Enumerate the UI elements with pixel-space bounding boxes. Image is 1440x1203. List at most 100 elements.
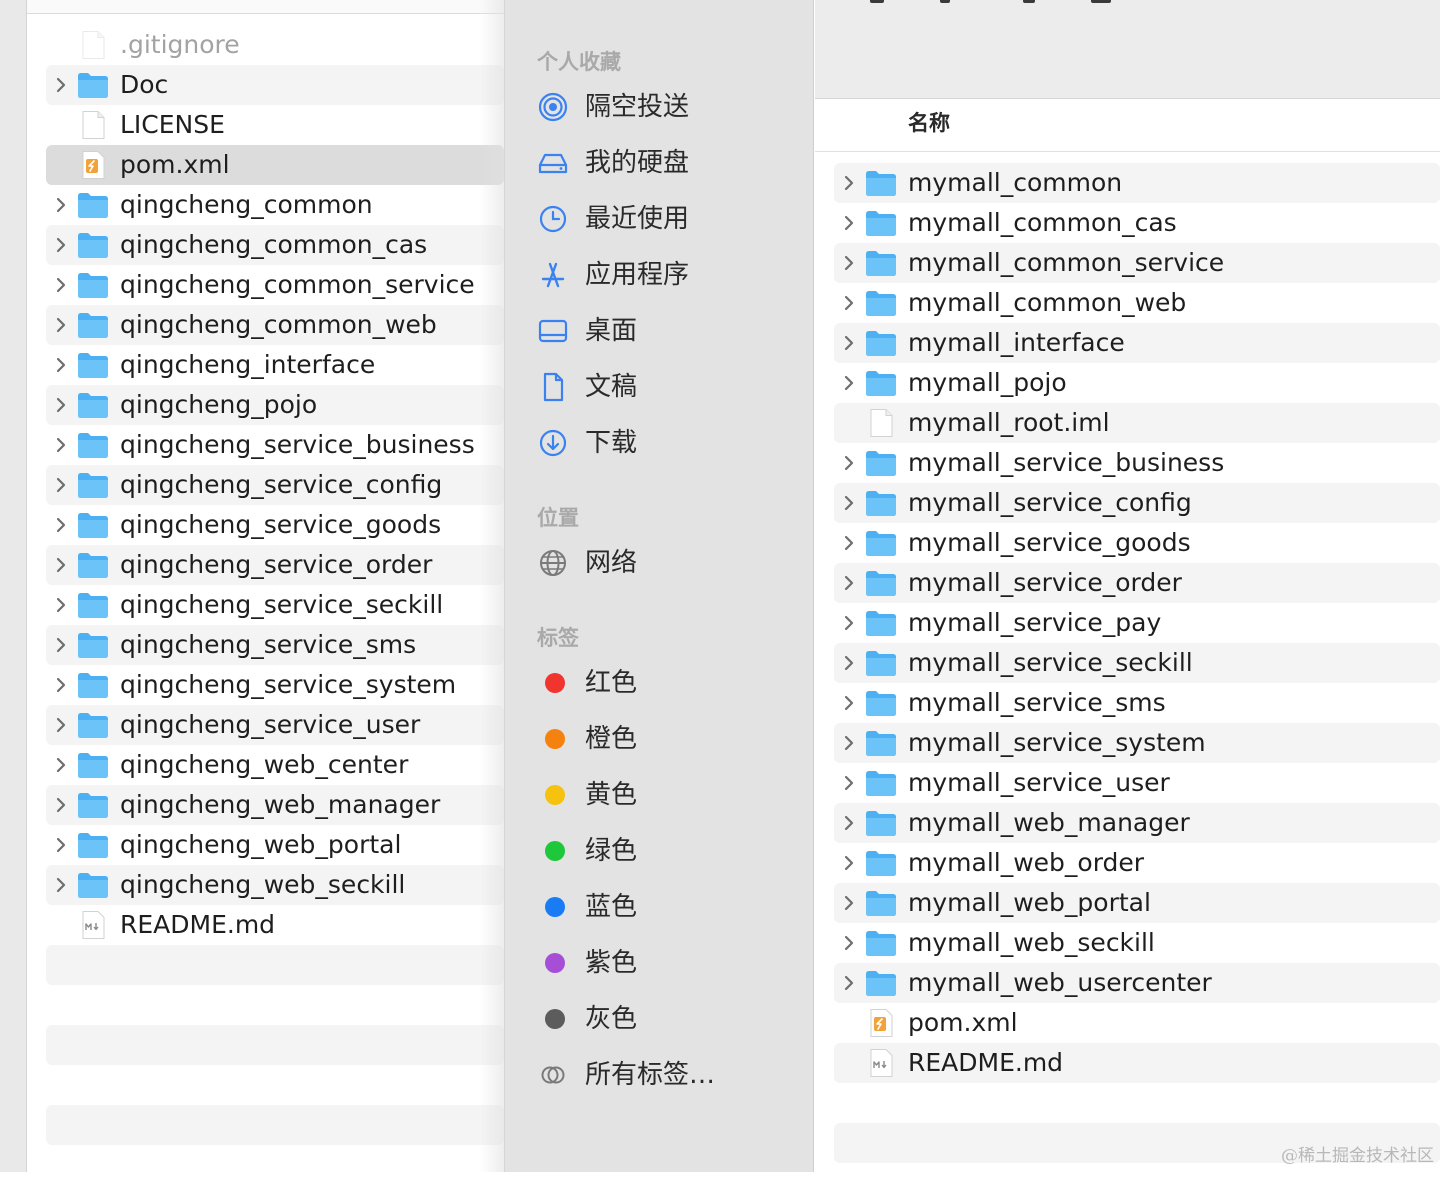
file-row[interactable]: pom.xml xyxy=(834,1003,1440,1043)
folder-row[interactable]: qingcheng_web_center xyxy=(46,745,504,785)
folder-row[interactable]: qingcheng_service_system xyxy=(46,665,504,705)
folder-row[interactable]: mymall_service_business xyxy=(834,443,1440,483)
folder-row[interactable]: Doc xyxy=(46,65,504,105)
chevron-right-icon[interactable] xyxy=(842,654,856,672)
file-row[interactable]: mymall_root.iml xyxy=(834,403,1440,443)
folder-row[interactable]: qingcheng_service_user xyxy=(46,705,504,745)
folder-row[interactable]: mymall_web_portal xyxy=(834,883,1440,923)
chevron-right-icon[interactable] xyxy=(54,476,68,494)
sidebar-item-airdrop[interactable]: 隔空投送 xyxy=(537,85,797,129)
chevron-right-icon[interactable] xyxy=(842,614,856,632)
folder-row[interactable]: mymall_web_order xyxy=(834,843,1440,883)
chevron-right-icon[interactable] xyxy=(842,454,856,472)
folder-row[interactable]: mymall_pojo xyxy=(834,363,1440,403)
chevron-right-icon[interactable] xyxy=(842,534,856,552)
folder-row[interactable]: qingcheng_web_seckill xyxy=(46,865,504,905)
sidebar-item-tag[interactable]: 灰色 xyxy=(537,997,797,1041)
chevron-right-icon[interactable] xyxy=(842,574,856,592)
chevron-right-icon[interactable] xyxy=(54,356,68,374)
folder-row[interactable]: qingcheng_service_order xyxy=(46,545,504,585)
chevron-right-icon[interactable] xyxy=(842,214,856,232)
sidebar-item-documents[interactable]: 文稿 xyxy=(537,365,797,409)
chevron-right-icon[interactable] xyxy=(842,334,856,352)
folder-row[interactable]: qingcheng_common_web xyxy=(46,305,504,345)
chevron-right-icon[interactable] xyxy=(842,974,856,992)
chevron-right-icon[interactable] xyxy=(54,636,68,654)
sidebar-item-recents[interactable]: 最近使用 xyxy=(537,197,797,241)
chevron-right-icon[interactable] xyxy=(842,294,856,312)
chevron-right-icon[interactable] xyxy=(54,756,68,774)
sidebar-item-tag[interactable]: 红色 xyxy=(537,661,797,705)
column-header-name[interactable]: 名称 xyxy=(815,99,1440,152)
folder-row[interactable]: mymall_service_order xyxy=(834,563,1440,603)
folder-row[interactable]: qingcheng_web_manager xyxy=(46,785,504,825)
chevron-right-icon[interactable] xyxy=(54,316,68,334)
chevron-right-icon[interactable] xyxy=(54,796,68,814)
file-row[interactable]: LICENSE xyxy=(46,105,504,145)
chevron-right-icon[interactable] xyxy=(842,734,856,752)
folder-row[interactable]: qingcheng_web_portal xyxy=(46,825,504,865)
chevron-right-icon[interactable] xyxy=(842,254,856,272)
chevron-right-icon[interactable] xyxy=(54,596,68,614)
chevron-right-icon[interactable] xyxy=(54,716,68,734)
sidebar-item-desktop[interactable]: 桌面 xyxy=(537,309,797,353)
sidebar-item-network[interactable]: 网络 xyxy=(537,541,797,585)
chevron-right-icon[interactable] xyxy=(54,76,68,94)
folder-row[interactable]: qingcheng_interface xyxy=(46,345,504,385)
chevron-right-icon[interactable] xyxy=(54,516,68,534)
folder-row[interactable]: mymall_web_seckill xyxy=(834,923,1440,963)
folder-row[interactable]: qingcheng_common_cas xyxy=(46,225,504,265)
folder-row[interactable]: mymall_service_user xyxy=(834,763,1440,803)
folder-row[interactable]: qingcheng_service_sms xyxy=(46,625,504,665)
chevron-right-icon[interactable] xyxy=(842,854,856,872)
chevron-right-icon[interactable] xyxy=(54,876,68,894)
chevron-right-icon[interactable] xyxy=(842,814,856,832)
folder-row[interactable]: mymall_web_usercenter xyxy=(834,963,1440,1003)
sidebar-item-downloads[interactable]: 下载 xyxy=(537,421,797,465)
chevron-right-icon[interactable] xyxy=(842,894,856,912)
sidebar-item-hard-drive[interactable]: 我的硬盘 xyxy=(537,141,797,185)
folder-row[interactable]: qingcheng_service_seckill xyxy=(46,585,504,625)
folder-row[interactable]: mymall_common_cas xyxy=(834,203,1440,243)
chevron-right-icon[interactable] xyxy=(842,694,856,712)
folder-row[interactable]: mymall_service_seckill xyxy=(834,643,1440,683)
sidebar-item-tag[interactable]: 蓝色 xyxy=(537,885,797,929)
chevron-right-icon[interactable] xyxy=(54,556,68,574)
folder-row[interactable]: mymall_service_config xyxy=(834,483,1440,523)
chevron-right-icon[interactable] xyxy=(54,276,68,294)
folder-row[interactable]: mymall_service_system xyxy=(834,723,1440,763)
chevron-right-icon[interactable] xyxy=(842,374,856,392)
chevron-right-icon[interactable] xyxy=(54,436,68,454)
folder-row[interactable]: qingcheng_service_config xyxy=(46,465,504,505)
file-row[interactable]: .gitignore xyxy=(46,25,504,65)
chevron-right-icon[interactable] xyxy=(54,236,68,254)
chevron-right-icon[interactable] xyxy=(54,676,68,694)
sidebar-item-applications[interactable]: 应用程序 xyxy=(537,253,797,297)
folder-row[interactable]: mymall_common xyxy=(834,163,1440,203)
sidebar-item-tag[interactable]: 黄色 xyxy=(537,773,797,817)
folder-row[interactable]: qingcheng_service_goods xyxy=(46,505,504,545)
folder-row[interactable]: mymall_common_web xyxy=(834,283,1440,323)
folder-row[interactable]: mymall_common_service xyxy=(834,243,1440,283)
chevron-right-icon[interactable] xyxy=(54,836,68,854)
folder-row[interactable]: qingcheng_common_service xyxy=(46,265,504,305)
chevron-right-icon[interactable] xyxy=(54,196,68,214)
chevron-right-icon[interactable] xyxy=(842,494,856,512)
sidebar-item-tag[interactable]: 紫色 xyxy=(537,941,797,985)
folder-row[interactable]: qingcheng_pojo xyxy=(46,385,504,425)
file-row[interactable]: README.md xyxy=(834,1043,1440,1083)
folder-row[interactable]: mymall_web_manager xyxy=(834,803,1440,843)
file-row[interactable]: README.md xyxy=(46,905,504,945)
chevron-right-icon[interactable] xyxy=(842,174,856,192)
sidebar-item-tag[interactable]: 橙色 xyxy=(537,717,797,761)
sidebar-item-all-tags[interactable]: 所有标签… xyxy=(537,1053,797,1097)
folder-row[interactable]: mymall_service_pay xyxy=(834,603,1440,643)
folder-row[interactable]: mymall_service_goods xyxy=(834,523,1440,563)
chevron-right-icon[interactable] xyxy=(842,774,856,792)
folder-row[interactable]: qingcheng_common xyxy=(46,185,504,225)
folder-row[interactable]: mymall_service_sms xyxy=(834,683,1440,723)
folder-row[interactable]: qingcheng_service_business xyxy=(46,425,504,465)
sidebar-item-tag[interactable]: 绿色 xyxy=(537,829,797,873)
file-row[interactable]: pom.xml xyxy=(46,145,504,185)
chevron-right-icon[interactable] xyxy=(842,934,856,952)
